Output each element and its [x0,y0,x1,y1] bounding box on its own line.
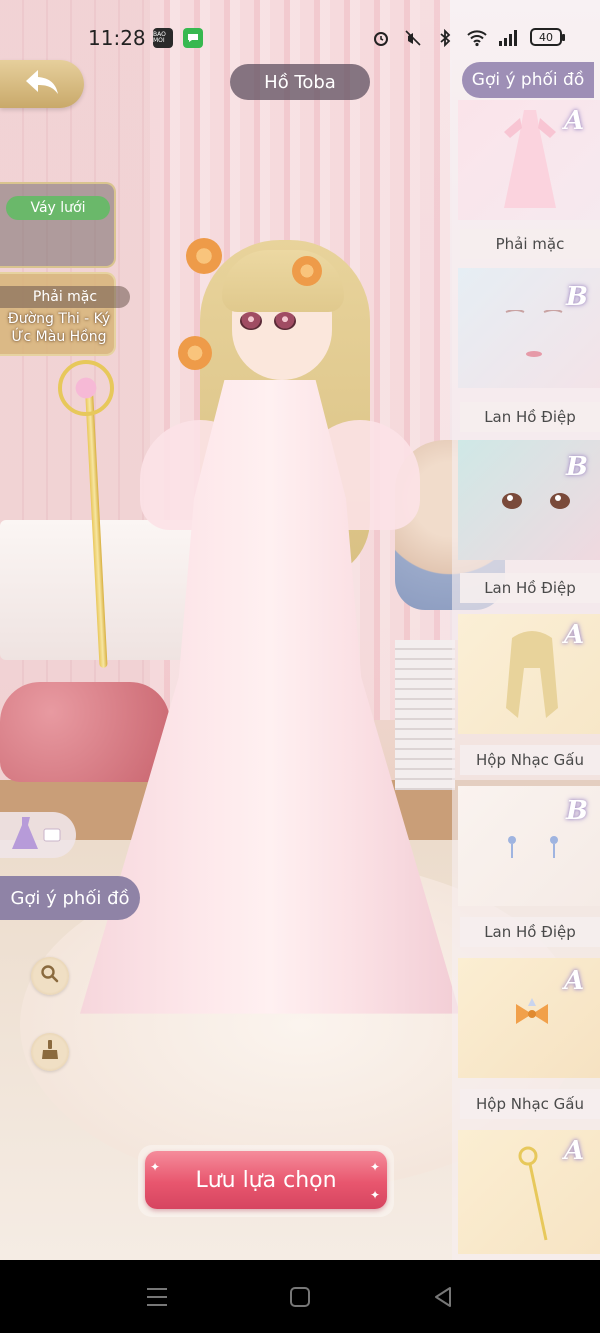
back-nav-button[interactable] [428,1282,458,1312]
menu-icon [147,1288,167,1306]
chat-app-icon [183,28,203,48]
search-button[interactable] [31,957,69,995]
menu-nav-button[interactable] [142,1282,172,1312]
system-navigation-bar [0,1260,600,1333]
grade-badge: A [564,1136,585,1166]
grade-badge: B [566,452,588,482]
location-title: Hồ Toba [230,64,370,100]
mute-icon [402,27,424,49]
required-label: Phải mặc [0,286,130,308]
baomoi-app-icon: BAO MOI [153,28,173,48]
earrings-icon [504,834,564,872]
item-label: Lan Hồ Điệp [460,917,600,947]
grade-badge: A [564,620,585,650]
status-icons [370,27,520,49]
grade-badge: A [564,966,585,996]
sparkle-icon: ✦ [150,1160,161,1174]
hair-bow-decoration [292,256,322,286]
sparkle-icon: ✦ [370,1160,381,1174]
outfit-suggestion-button[interactable]: Gợi ý phối đồ [0,876,140,920]
required-item-name: Đường Thi - Ký Ức Màu Hồng [7,311,111,345]
search-icon [40,964,60,988]
item-label: Phải mặc [460,229,600,259]
back-triangle-icon [435,1287,451,1307]
back-arrow-icon [22,68,62,100]
flower-decoration [186,238,222,274]
flower-decoration [178,336,212,370]
back-button[interactable] [0,60,84,108]
character-eye-right [274,312,296,330]
pink-stool [0,682,170,782]
hair-bow-icon [512,994,552,1042]
grade-badge: A [564,106,585,136]
dress-icon [500,108,560,216]
makeup-icon [504,309,564,364]
wand-heart-top [58,360,114,416]
home-icon [290,1287,310,1307]
clear-outfit-button[interactable] [31,1033,69,1071]
category-card[interactable] [0,182,116,268]
grade-badge: B [566,282,588,312]
item-label: Hộp Nhạc Gấu [460,745,600,775]
signal-icon [498,27,520,49]
wand-icon [516,1144,556,1248]
hairstyle-icon [502,628,562,732]
save-selection-button[interactable]: Lưu lựa chọn [145,1151,387,1209]
character-bangs [222,250,344,312]
wifi-icon [466,27,488,49]
status-time: 11:28 [88,26,146,50]
brush-icon [40,1039,60,1065]
outfit-suggestion-tab[interactable]: Gợi ý phối đồ [462,62,594,98]
item-label: Hộp Nhạc Gấu [460,1089,600,1119]
alarm-icon [370,27,392,49]
sparkle-icon: ✦ [370,1188,381,1202]
category-tag: Váy lưới [6,196,110,220]
item-label: Lan Hồ Điệp [460,402,600,432]
eyes-icon [498,486,578,520]
status-bar: 11:28 BAO MOI 40 [0,18,600,58]
home-nav-button[interactable] [285,1282,315,1312]
grade-badge: B [566,796,588,826]
radiator [395,640,455,790]
battery-indicator: 40 [530,28,565,46]
bluetooth-icon [434,27,456,49]
wardrobe-button[interactable] [0,812,76,858]
character-eye-left [240,312,262,330]
dress-icon [8,813,68,857]
item-label: Lan Hồ Điệp [460,573,600,603]
